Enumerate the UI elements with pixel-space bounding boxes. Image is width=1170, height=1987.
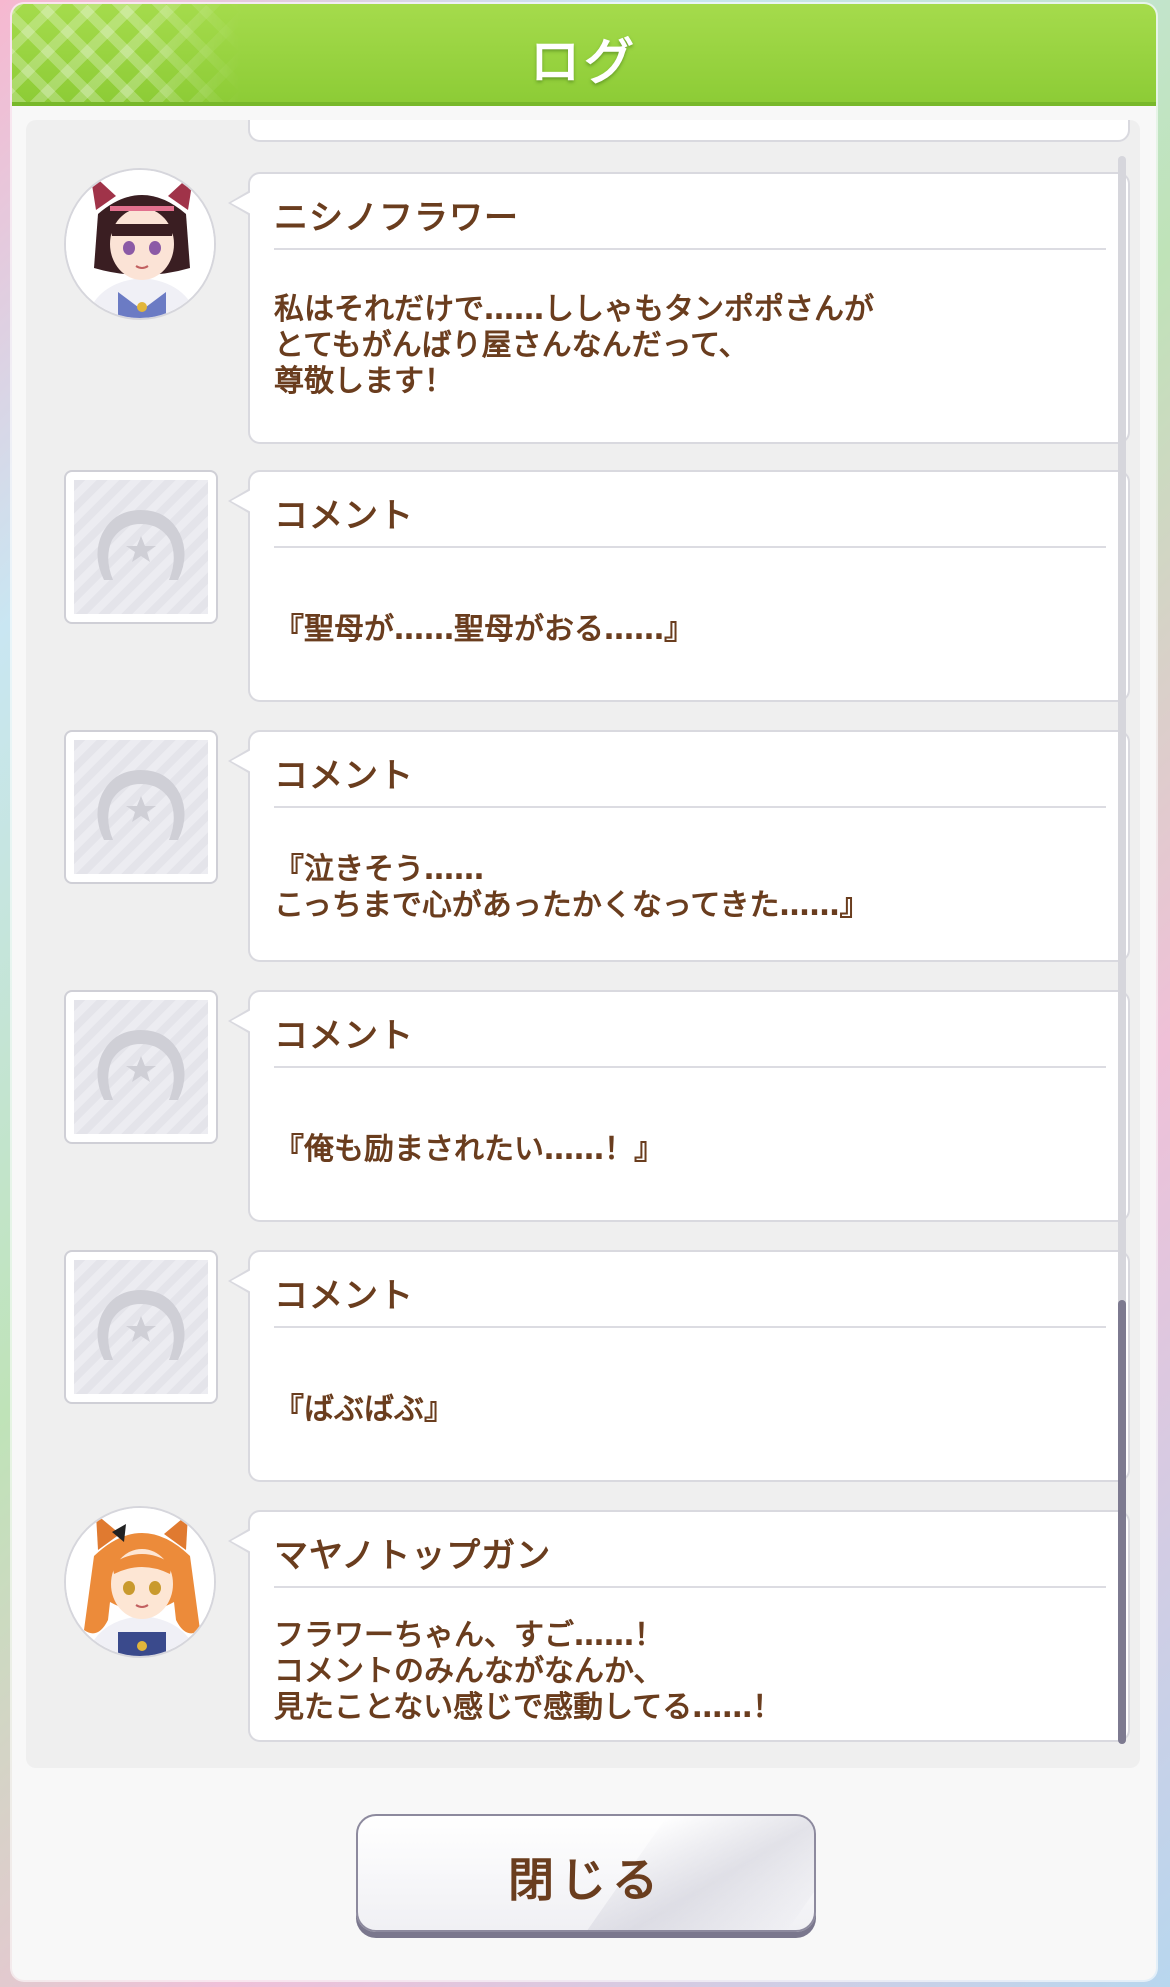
divider — [274, 546, 1106, 548]
log-entry: コメント 『泣きそう…… こっちまで心があったかくなってきた……』 — [228, 730, 1130, 962]
dialog-header: ログ — [12, 4, 1156, 106]
speaker-name: コメント — [274, 756, 414, 796]
log-entry-partial — [248, 120, 1130, 142]
log-entry: マヤノトップガン フラワーちゃん、すご……！ コメントのみんながなんか、 見たこ… — [228, 1510, 1130, 1742]
log-entry: コメント 『俺も励まされたい……！』 — [228, 990, 1130, 1222]
speaker-name: マヤノトップガン — [274, 1536, 552, 1576]
message-text: 私はそれだけで……ししゃもタンポポさんが とてもがんばり屋さんなんだって、 尊敬… — [274, 292, 874, 399]
scrollbar-thumb[interactable] — [1118, 1300, 1126, 1744]
horseshoe-icon — [64, 990, 218, 1144]
divider — [274, 248, 1106, 250]
dialog-title: ログ — [530, 33, 638, 91]
message-text: フラワーちゃん、すご……！ コメントのみんながなんか、 見たことない感じで感動し… — [274, 1618, 783, 1725]
message-text: 『聖母が……聖母がおる……』 — [274, 612, 694, 647]
log-entry: コメント 『ばぶばぶ』 — [228, 1250, 1130, 1482]
log-entry: ニシノフラワー 私はそれだけで……ししゃもタンポポさんが とてもがんばり屋さんな… — [228, 172, 1130, 444]
divider — [274, 806, 1106, 808]
divider — [274, 1066, 1106, 1068]
log-dialog: ログ ニシノフラワー 私はそれだけで……ししゃもタンポポさんが とてもがんばり屋… — [12, 4, 1156, 1980]
speaker-name: ニシノフラワー — [274, 198, 519, 238]
message-text: 『泣きそう…… こっちまで心があったかくなってきた……』 — [274, 852, 870, 923]
speaker-name: コメント — [274, 496, 414, 536]
message-text: 『俺も励まされたい……！』 — [274, 1132, 664, 1167]
horseshoe-icon — [64, 470, 218, 624]
log-entry: コメント 『聖母が……聖母がおる……』 — [228, 470, 1130, 702]
avatar-mayano-top-gun — [64, 1506, 216, 1658]
close-button-label: 閉じる — [508, 1853, 664, 1907]
horseshoe-icon — [64, 730, 218, 884]
speaker-name: コメント — [274, 1276, 414, 1316]
log-list[interactable]: ニシノフラワー 私はそれだけで……ししゃもタンポポさんが とてもがんばり屋さんな… — [26, 120, 1140, 1768]
divider — [274, 1326, 1106, 1328]
message-text: 『ばぶばぶ』 — [274, 1392, 454, 1427]
close-button[interactable]: 閉じる — [356, 1814, 816, 1932]
divider — [274, 1586, 1106, 1588]
speaker-name: コメント — [274, 1016, 414, 1056]
horseshoe-icon — [64, 1250, 218, 1404]
avatar-nishino-flower — [64, 168, 216, 320]
